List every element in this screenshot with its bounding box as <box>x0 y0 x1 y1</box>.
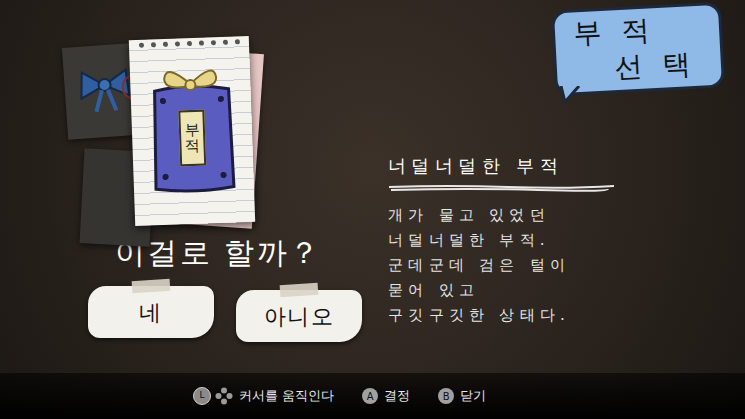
description-line: 너덜너덜한 부적. <box>388 228 745 253</box>
description-line: 개가 물고 있었던 <box>388 203 745 228</box>
control-hint: A 결정 <box>362 386 410 406</box>
talisman-tag: 부적 <box>178 110 206 167</box>
hint-label: 결정 <box>384 386 410 406</box>
button-label[interactable]: 아니오 <box>264 300 333 333</box>
item-info-panel: 부 적선 택 너덜너덜한 부적 개가 물고 있었던너덜너덜한 부적.군데군데 검… <box>380 0 745 373</box>
button-icon: B <box>438 388 454 404</box>
button-icon: A <box>362 388 378 404</box>
bubble-tail-icon <box>559 86 583 104</box>
control-hint: B 닫기 <box>438 386 486 406</box>
answer-button[interactable]: 아니오 <box>236 290 362 342</box>
hint-label: 닫기 <box>460 386 486 406</box>
button-face[interactable]: 아니오 <box>236 290 362 342</box>
question: 이걸로 할까？ <box>0 228 380 280</box>
description-line: 군데군데 검은 털이 <box>388 253 745 278</box>
notebook-holes <box>129 36 249 48</box>
item-description: 개가 물고 있었던너덜너덜한 부적.군데군데 검은 털이묻어 있고구깃구깃한 상… <box>388 203 745 328</box>
control-hint: L 커서를 움직인다 <box>193 386 334 406</box>
title-line: 부 적 <box>572 10 702 53</box>
title-bubble: 부 적선 택 <box>553 6 723 92</box>
talisman-select-screen: 부적 이걸로 할까？ 네 아니오 부 적선 택 너덜너덜한 부적 <box>0 0 745 419</box>
item-detail: 너덜너덜한 부적 개가 물고 있었던너덜너덜한 부적.군데군데 검은 털이묻어 … <box>380 152 745 328</box>
item-card: 부적 <box>129 36 255 226</box>
button-label[interactable]: 네 <box>139 296 162 329</box>
item-name: 너덜너덜한 부적 <box>388 152 745 179</box>
card-stack: 부적 <box>0 0 380 228</box>
description-line: 구깃구깃한 상태다. <box>388 303 745 328</box>
tag-text: 부적 <box>184 121 200 155</box>
scribble-underline-icon <box>388 183 616 193</box>
answer-button[interactable]: 네 <box>88 286 214 338</box>
description-line: 묻어 있고 <box>388 278 745 303</box>
selection-panel: 부적 이걸로 할까？ 네 아니오 <box>0 0 380 373</box>
stick-icon: L <box>193 387 211 405</box>
dpad-icon <box>215 387 233 405</box>
control-hints: L 커서를 움직인다 A 결정 B 닫기 <box>0 373 745 419</box>
hint-label: 커서를 움직인다 <box>239 386 334 406</box>
title-line: 선 택 <box>574 46 704 89</box>
button-face[interactable]: 네 <box>88 286 214 338</box>
answer-buttons: 네 아니오 <box>0 280 380 342</box>
